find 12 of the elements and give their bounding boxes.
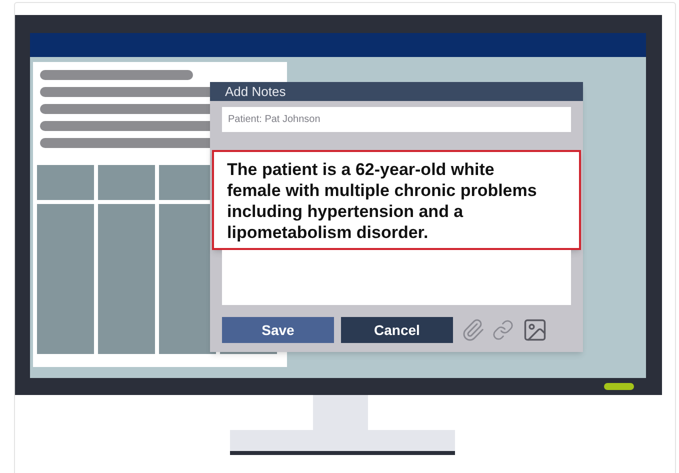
monitor-neck bbox=[313, 395, 368, 430]
grid-block bbox=[37, 165, 94, 200]
note-text: The patient is a 62-year-old white female with multiple chronic problems including hypertension and a lipometabolism disorder. bbox=[227, 159, 538, 243]
patient-field[interactable]: Patient: Pat Johnson bbox=[222, 107, 571, 132]
cancel-button[interactable]: Cancel bbox=[341, 317, 453, 343]
note-area[interactable] bbox=[222, 250, 571, 305]
save-button[interactable]: Save bbox=[222, 317, 334, 343]
grid-block bbox=[98, 165, 155, 200]
dialog-title: Add Notes bbox=[225, 85, 286, 98]
link-icon[interactable] bbox=[492, 319, 514, 341]
patient-field-value: Patient: Pat Johnson bbox=[228, 113, 320, 127]
paperclip-icon[interactable] bbox=[461, 318, 485, 342]
